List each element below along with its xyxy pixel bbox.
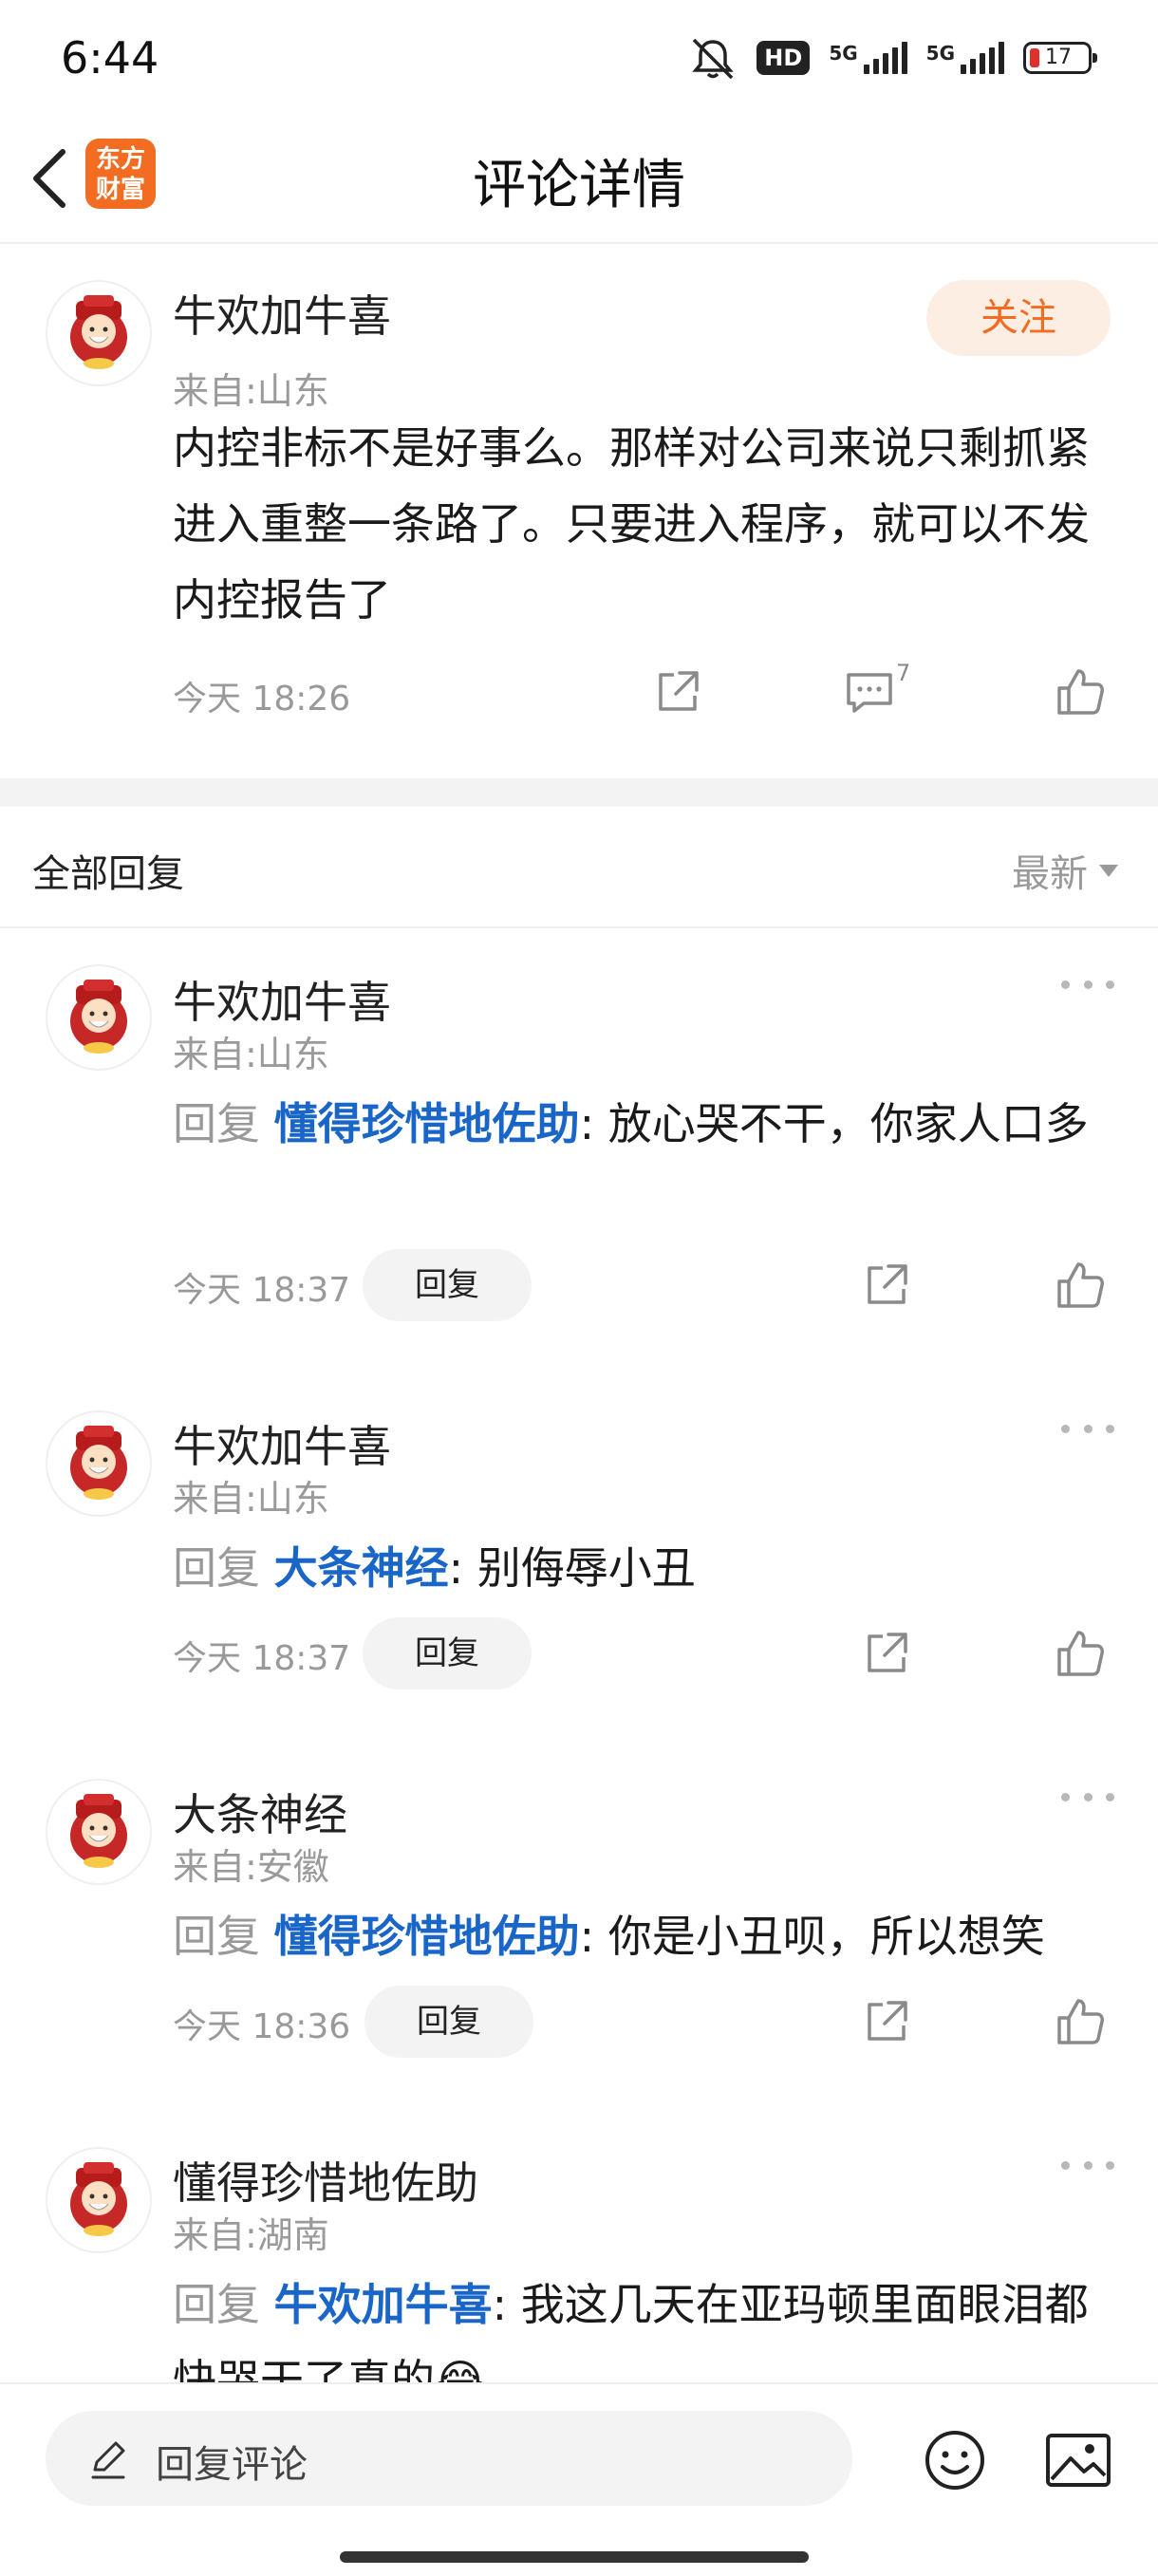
author-location: 来自:山东 (173, 1478, 329, 1520)
author-location: 来自:山东 (173, 370, 329, 412)
hd-badge: HD (756, 41, 811, 75)
reply-text: 回复 牛欢加牛喜: 我这几天在亚玛顿里面眼泪都快哭干了真的😂 (173, 2279, 1089, 2382)
share-icon[interactable] (860, 1627, 913, 1680)
like-icon[interactable] (1054, 1627, 1107, 1680)
reply-target-link[interactable]: 牛欢加牛喜 (274, 2279, 493, 2330)
reply-text: 回复 大条神经: 别侮辱小丑 (173, 1542, 696, 1594)
main-comment: 牛欢加牛喜 来自:山东 关注 内控非标不是好事么。那样对公司来说只剩抓紧进入重整… (0, 244, 1158, 775)
avatar[interactable] (46, 1779, 152, 1885)
author-location: 来自:安徽 (173, 1846, 329, 1888)
battery-icon: 17 (1023, 42, 1097, 74)
author-name[interactable]: 牛欢加牛喜 (173, 968, 391, 1031)
reply-input-placeholder: 回复评论 (156, 2443, 308, 2487)
bottom-bar: 回复评论 (0, 2382, 1158, 2576)
comment-icon[interactable] (843, 665, 896, 719)
author-location: 来自:山东 (173, 1034, 329, 1075)
author-name[interactable]: 懂得珍惜地佐助 (173, 2149, 478, 2212)
replies-header: 全部回复 最新 (0, 807, 1158, 928)
author-name[interactable]: 大条神经 (173, 1781, 347, 1843)
reply-text: 回复 懂得珍惜地佐助: 放心哭不干，你家人口多 (173, 1098, 1089, 1149)
reply-target-link[interactable]: 懂得珍惜地佐助 (274, 1098, 580, 1149)
reply-button[interactable]: 回复 (364, 1986, 533, 2058)
avatar[interactable] (46, 2147, 152, 2253)
image-icon[interactable] (1044, 2428, 1112, 2492)
reply-item: 大条神经 来自:安徽 回复 懂得珍惜地佐助: 你是小丑呗，所以想笑 今天 18:… (0, 1745, 1158, 2113)
reply-button[interactable]: 回复 (363, 1617, 532, 1689)
share-icon[interactable] (651, 665, 704, 719)
status-bar: 6:44 HD 5G 5G 17 (0, 0, 1158, 114)
comment-time: 今天 18:26 (173, 680, 351, 719)
like-icon[interactable] (1054, 1259, 1107, 1312)
reply-comment-input[interactable]: 回复评论 (46, 2411, 852, 2506)
follow-button[interactable]: 关注 (926, 280, 1111, 356)
share-icon[interactable] (860, 1259, 913, 1312)
avatar[interactable] (46, 1410, 152, 1517)
status-icons: HD 5G 5G 17 (688, 36, 1097, 80)
like-icon[interactable] (1054, 665, 1107, 719)
reply-text: 回复 懂得珍惜地佐助: 你是小丑呗，所以想笑 (173, 1911, 1045, 1962)
avatar[interactable] (46, 280, 152, 386)
more-icon[interactable] (1061, 2151, 1114, 2179)
section-divider (0, 778, 1158, 807)
reply-item: 牛欢加牛喜 来自:山东 回复 懂得珍惜地佐助: 放心哭不干，你家人口多 今天 1… (0, 926, 1158, 1376)
chevron-down-icon (1099, 864, 1118, 877)
reply-target-link[interactable]: 懂得珍惜地佐助 (274, 1911, 580, 1962)
reply-item: 懂得珍惜地佐助 来自:湖南 回复 牛欢加牛喜: 我这几天在亚玛顿里面眼泪都快哭干… (0, 2113, 1158, 2382)
like-icon[interactable] (1054, 1995, 1107, 2048)
author-location: 来自:湖南 (173, 2214, 329, 2256)
sort-dropdown[interactable]: 最新 (1012, 843, 1118, 898)
mute-icon (692, 38, 735, 80)
avatar[interactable] (46, 964, 152, 1071)
status-time: 6:44 (61, 32, 159, 84)
reply-time: 今天 18:37 (173, 1639, 351, 1678)
home-indicator[interactable] (340, 2551, 809, 2563)
nav-bar: 东方 财富 评论详情 (0, 114, 1158, 244)
pencil-icon (91, 2441, 125, 2479)
page-title: 评论详情 (473, 155, 685, 216)
more-icon[interactable] (1061, 970, 1114, 999)
comment-count: 7 (896, 660, 911, 686)
author-name[interactable]: 牛欢加牛喜 (173, 282, 391, 345)
sort-label: 最新 (1012, 852, 1088, 896)
reply-item: 牛欢加牛喜 来自:山东 回复 大条神经: 别侮辱小丑 今天 18:37 回复 (0, 1376, 1158, 1745)
reply-time: 今天 18:37 (173, 1271, 351, 1310)
reply-button[interactable]: 回复 (363, 1249, 532, 1321)
more-icon[interactable] (1061, 1783, 1114, 1811)
reply-time: 今天 18:36 (173, 2007, 351, 2046)
replies-title: 全部回复 (32, 852, 184, 896)
reply-target-link[interactable]: 大条神经 (274, 1542, 449, 1594)
signal-icon-1: 5G (829, 42, 907, 74)
author-name[interactable]: 牛欢加牛喜 (173, 1412, 391, 1475)
emoji-icon[interactable] (923, 2428, 987, 2492)
more-icon[interactable] (1061, 1414, 1114, 1443)
comment-text: 内控非标不是好事么。那样对公司来说只剩抓紧进入重整一条路了。只要进入程序，就可以… (173, 422, 1090, 625)
signal-icon-2: 5G (926, 42, 1004, 74)
share-icon[interactable] (860, 1995, 913, 2048)
